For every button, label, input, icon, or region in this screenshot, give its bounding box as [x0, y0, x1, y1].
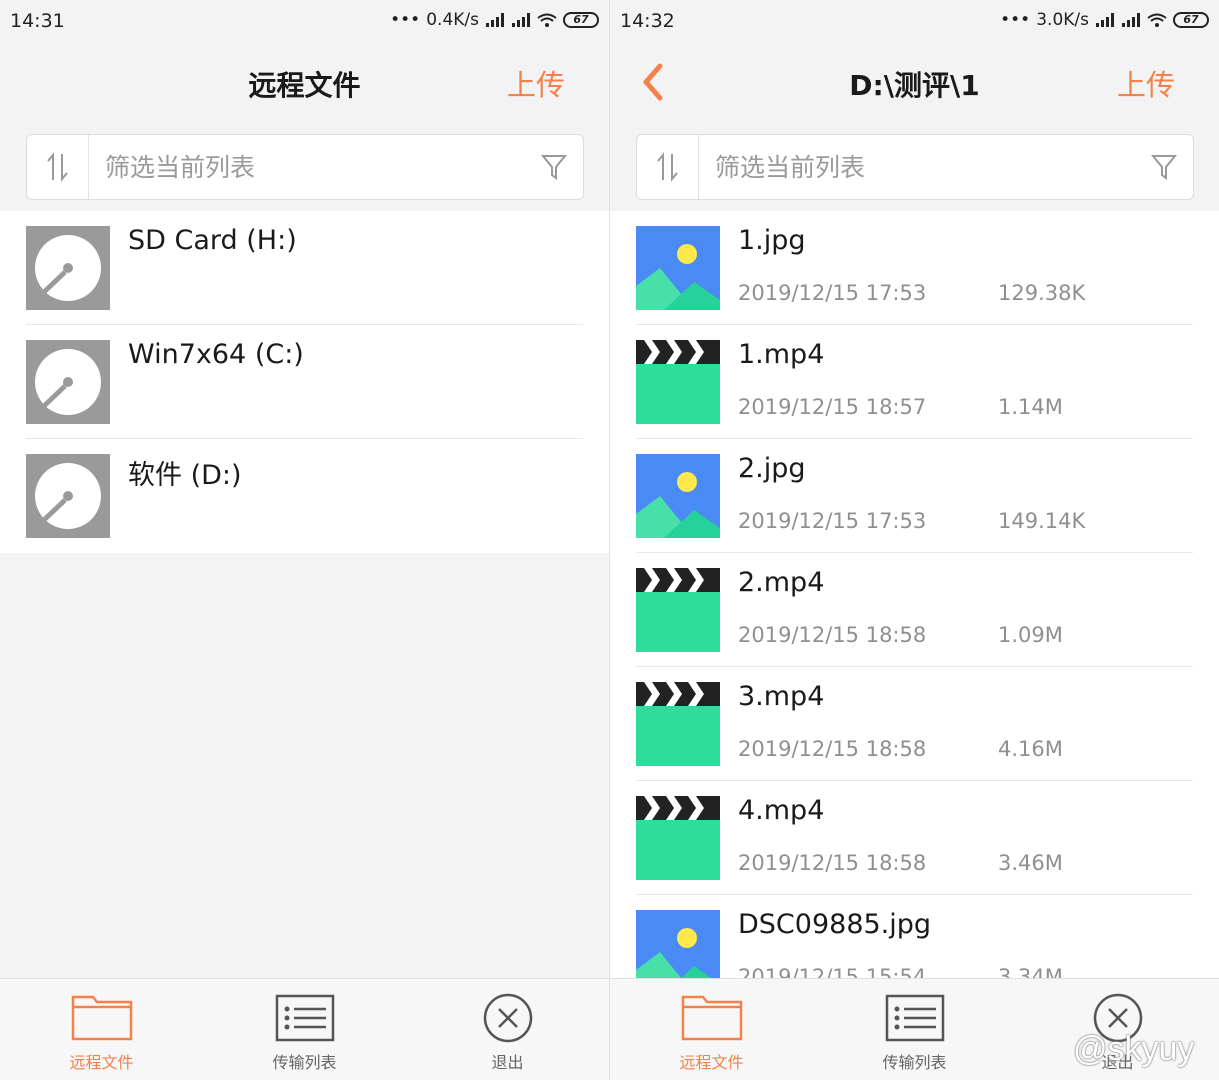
file-date: 2019/12/15 18:57: [738, 395, 927, 419]
network-speed: 3.0K/s: [1036, 10, 1089, 30]
file-name: 1.mp4: [738, 339, 825, 370]
tab-transfer-list[interactable]: 传输列表: [203, 979, 406, 1080]
tab-label: 远程文件: [69, 1053, 134, 1072]
file-name: 1.jpg: [738, 225, 806, 256]
file-name: DSC09885.jpg: [738, 909, 932, 940]
file-size: 149.14K: [998, 509, 1086, 533]
file-date: 2019/12/15 17:53: [738, 281, 927, 305]
video-file-icon: [636, 682, 720, 766]
tab-transfer-list[interactable]: 传输列表: [813, 979, 1016, 1080]
battery-icon: 67: [563, 12, 599, 28]
battery-icon: 67: [1173, 12, 1209, 28]
signal-icon: [1122, 13, 1140, 27]
file-size: 1.14M: [998, 395, 1063, 419]
filter-input[interactable]: [715, 145, 1135, 189]
status-time: 14:32: [620, 10, 675, 32]
filter-bar: [636, 134, 1194, 200]
sort-button[interactable]: [637, 135, 699, 199]
tab-label: 远程文件: [679, 1053, 744, 1072]
list-item[interactable]: 2.mp4 2019/12/15 18:58 1.09M: [610, 553, 1219, 667]
watermark: @skyuy: [1073, 1030, 1195, 1068]
image-file-icon: [636, 454, 720, 538]
file-name: 3.mp4: [738, 681, 825, 712]
status-bar: 14:31 ••• 0.4K/s 67: [0, 0, 609, 42]
file-size: 129.38K: [998, 281, 1086, 305]
sort-button[interactable]: [27, 135, 89, 199]
dots-icon: •••: [1000, 10, 1031, 30]
signal-icon: [1096, 13, 1114, 27]
signal-icon: [486, 13, 504, 27]
list-item[interactable]: 软件 (D:): [0, 439, 609, 553]
video-file-icon: [636, 568, 720, 652]
nav-bar: D:\测评\1 上传: [610, 42, 1219, 126]
list-item[interactable]: 1.mp4 2019/12/15 18:57 1.14M: [610, 325, 1219, 439]
funnel-icon[interactable]: [541, 153, 567, 181]
upload-button[interactable]: 上传: [1117, 62, 1175, 104]
file-name: 2.jpg: [738, 453, 806, 484]
drive-name: 软件 (D:): [128, 460, 242, 491]
tab-remote-files[interactable]: 远程文件: [610, 979, 813, 1080]
filter-input[interactable]: [105, 145, 525, 189]
image-file-icon: [636, 910, 720, 978]
video-file-icon: [636, 796, 720, 880]
list-item[interactable]: 1.jpg 2019/12/15 17:53 129.38K: [610, 211, 1219, 325]
list-icon: [885, 994, 944, 1042]
list-item[interactable]: 4.mp4 2019/12/15 18:58 3.46M: [610, 781, 1219, 895]
close-circle-icon: [483, 993, 532, 1043]
network-speed: 0.4K/s: [426, 10, 479, 30]
wifi-icon: [1147, 13, 1167, 27]
file-list: 1.jpg 2019/12/15 17:53 129.38K 1.mp4 201…: [610, 211, 1219, 978]
drive-list: SD Card (H:) Win7x64 (C:) 软件 (D:): [0, 211, 609, 553]
upload-button[interactable]: 上传: [507, 62, 565, 104]
file-size: 1.09M: [998, 623, 1063, 647]
file-date: 2019/12/15 15:54: [738, 965, 927, 978]
file-date: 2019/12/15 17:53: [738, 509, 927, 533]
drive-name: Win7x64 (C:): [128, 339, 304, 370]
file-date: 2019/12/15 18:58: [738, 623, 927, 647]
left-screen: 14:31 •••0.4K/s 67 远程文件 上传 SD Card (H:): [0, 0, 609, 1080]
drive-name: SD Card (H:): [128, 225, 297, 256]
list-item[interactable]: 3.mp4 2019/12/15 18:58 4.16M: [610, 667, 1219, 781]
funnel-icon[interactable]: [1151, 153, 1177, 181]
tab-remote-files[interactable]: 远程文件: [0, 979, 203, 1080]
status-right: ••• 3.0K/s 67: [1000, 10, 1209, 30]
list-item[interactable]: 2.jpg 2019/12/15 17:53 149.14K: [610, 439, 1219, 553]
right-screen: 14:32 •••3.0K/s 67 D:\测评\1 上传 1.jpg 2019…: [610, 0, 1219, 1080]
status-time: 14:31: [10, 10, 65, 32]
file-size: 4.16M: [998, 737, 1063, 761]
dots-icon: •••: [390, 10, 421, 30]
nav-bar: 远程文件 上传: [0, 42, 609, 126]
file-size: 3.46M: [998, 851, 1063, 875]
file-name: 2.mp4: [738, 567, 825, 598]
image-file-icon: [636, 226, 720, 310]
folder-icon: [681, 995, 742, 1041]
bottom-tab-bar: 远程文件 传输列表 退出: [0, 978, 609, 1080]
list-item[interactable]: DSC09885.jpg 2019/12/15 15:54 3.34M: [610, 895, 1219, 978]
disk-icon: [26, 226, 110, 310]
wifi-icon: [537, 13, 557, 27]
disk-icon: [26, 340, 110, 424]
folder-icon: [71, 995, 132, 1041]
list-icon: [275, 994, 334, 1042]
signal-icon: [512, 13, 530, 27]
tab-label: 传输列表: [882, 1053, 947, 1072]
status-bar: 14:32 ••• 3.0K/s 67: [610, 0, 1219, 42]
file-date: 2019/12/15 18:58: [738, 737, 927, 761]
disk-icon: [26, 454, 110, 538]
tab-label: 退出: [491, 1053, 524, 1072]
list-item[interactable]: SD Card (H:): [0, 211, 609, 325]
file-name: 4.mp4: [738, 795, 825, 826]
file-date: 2019/12/15 18:58: [738, 851, 927, 875]
tab-label: 传输列表: [272, 1053, 337, 1072]
filter-bar: [26, 134, 584, 200]
sort-icon: [46, 152, 68, 182]
file-size: 3.34M: [998, 965, 1063, 978]
sort-icon: [656, 152, 678, 182]
video-file-icon: [636, 340, 720, 424]
status-right: ••• 0.4K/s 67: [390, 10, 599, 30]
list-item[interactable]: Win7x64 (C:): [0, 325, 609, 439]
tab-exit[interactable]: 退出: [406, 979, 609, 1080]
